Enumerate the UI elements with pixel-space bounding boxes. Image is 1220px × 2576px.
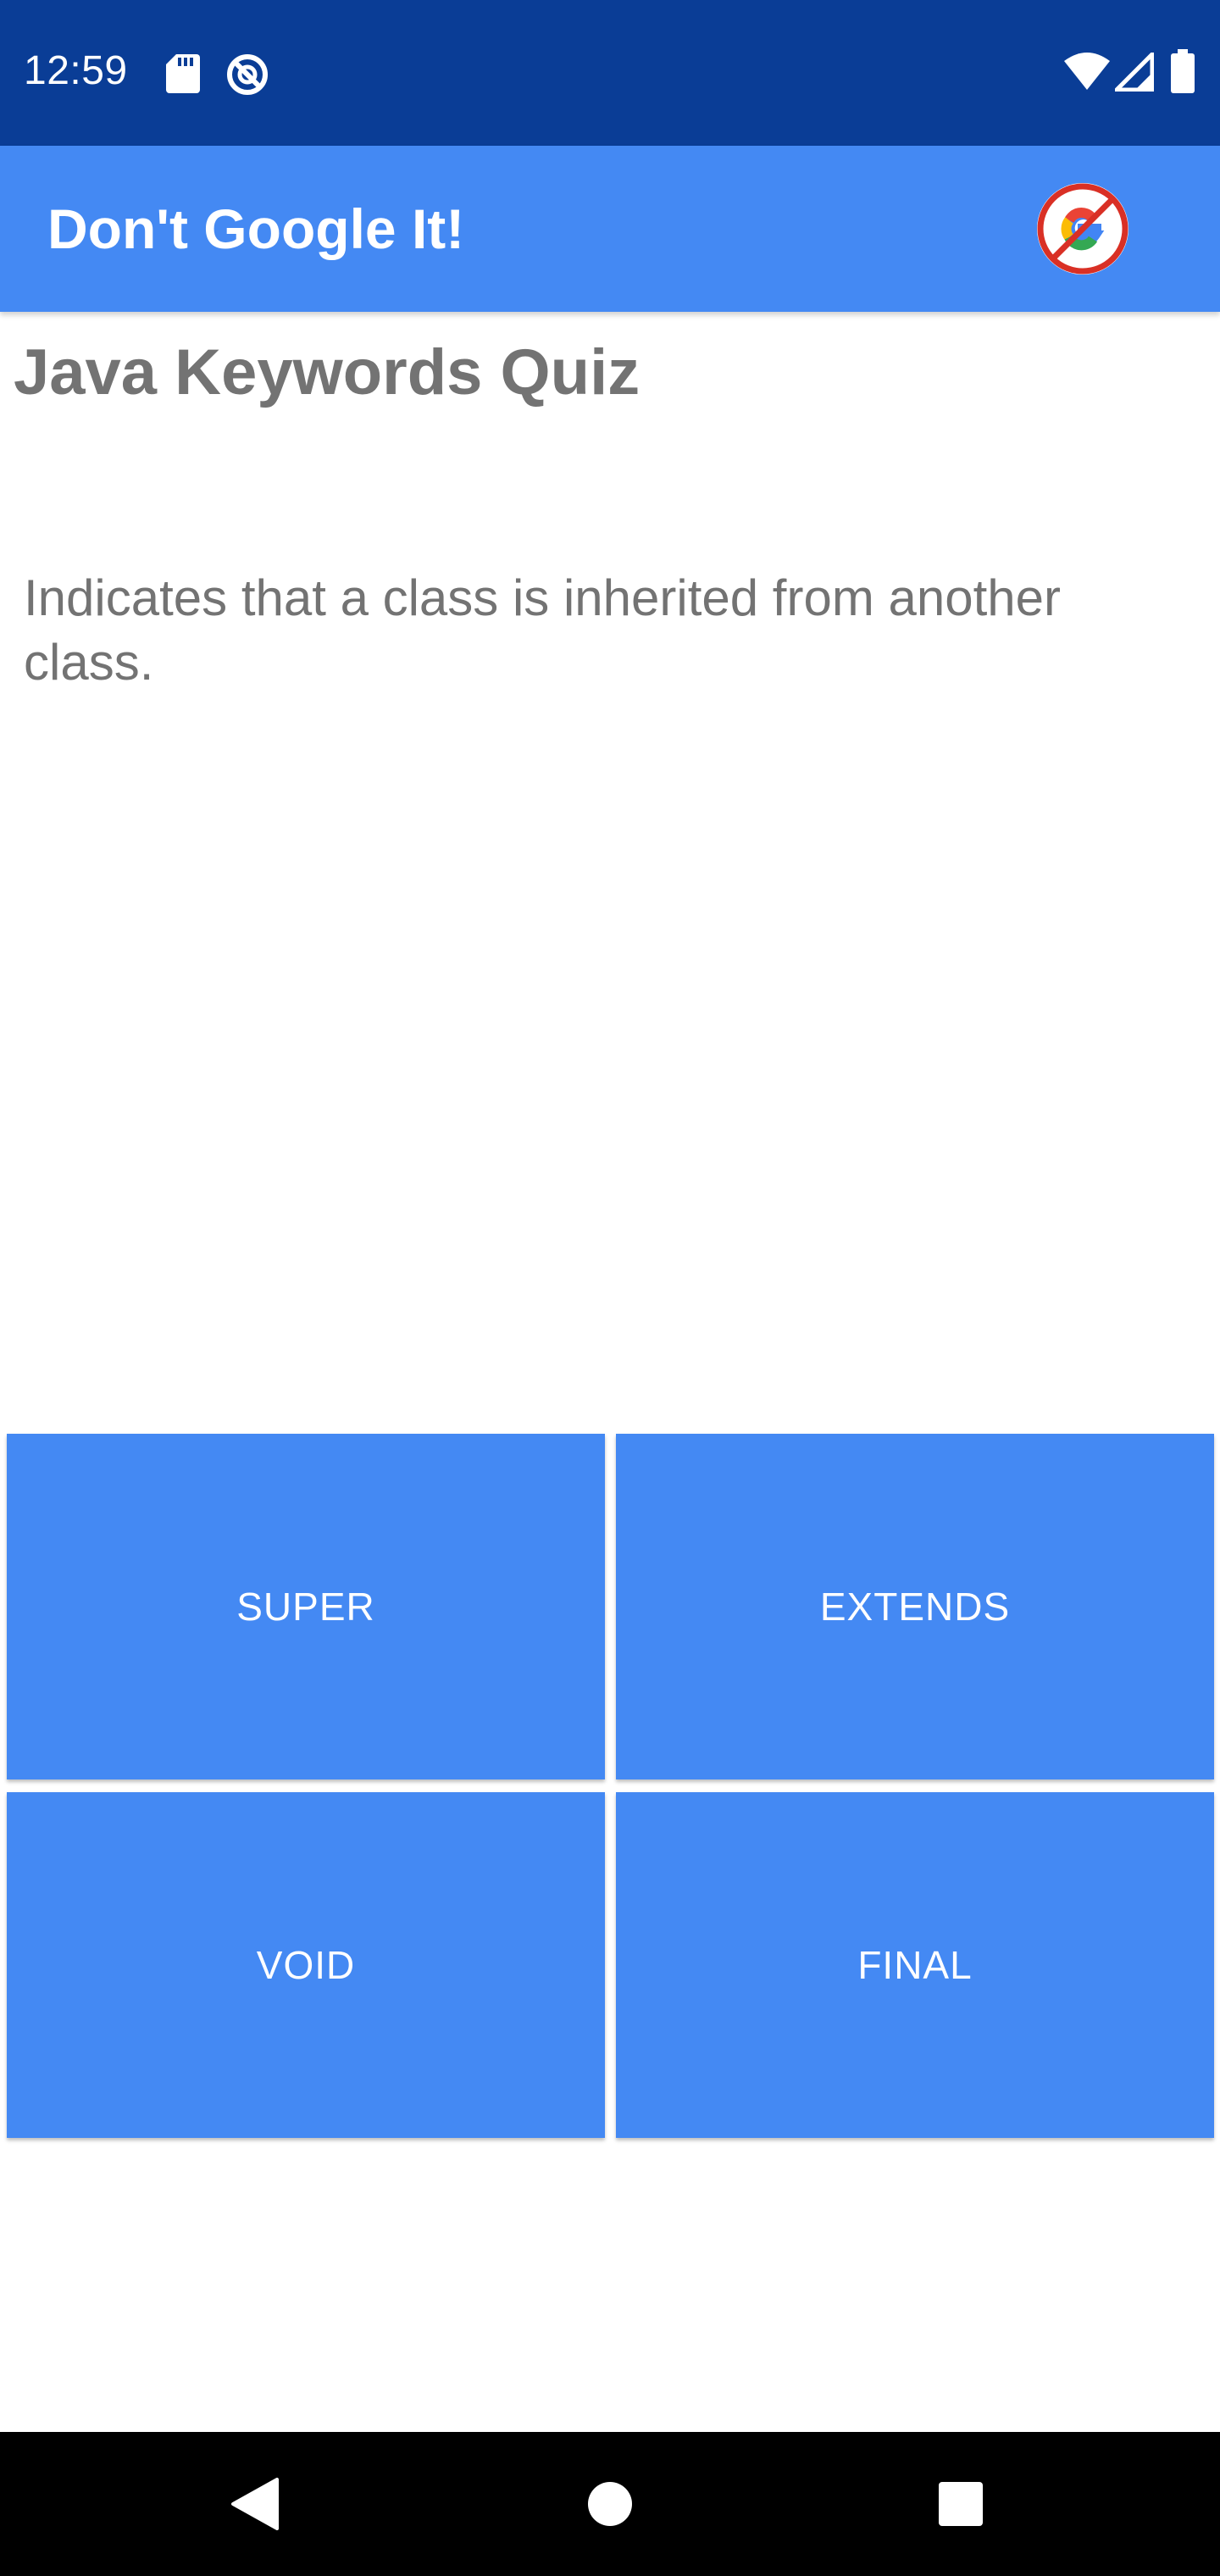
screen: 12:59 Don't Google It! Java Keywords Qui… [0,0,1220,2576]
navigation-bar [0,2432,1220,2576]
app-title: Don't Google It! [47,197,465,260]
back-icon [231,2478,279,2530]
cell-signal-icon [1111,48,1155,95]
back-button[interactable] [186,2432,322,2576]
do-not-disturb-icon [225,53,269,100]
recents-icon [939,2482,983,2526]
quiz-title: Java Keywords Quiz [14,336,640,408]
no-google-logo-icon [1035,181,1130,276]
answer-button-extends[interactable]: EXTENDS [616,1434,1214,1779]
answer-button-void[interactable]: VOID [7,1792,605,2138]
battery-icon [1171,49,1195,97]
app-bar: Don't Google It! [0,146,1220,312]
recents-button[interactable] [893,2432,1029,2576]
home-icon [588,2482,632,2526]
answer-button-super[interactable]: SUPER [7,1434,605,1779]
question-text: Indicates that a class is inherited from… [24,569,1061,691]
sd-card-icon [166,54,200,97]
wifi-icon [1064,53,1110,93]
answer-button-final[interactable]: FINAL [616,1792,1214,2138]
status-time: 12:59 [24,48,128,93]
status-bar: 12:59 [0,0,1220,146]
home-button[interactable] [542,2432,678,2576]
